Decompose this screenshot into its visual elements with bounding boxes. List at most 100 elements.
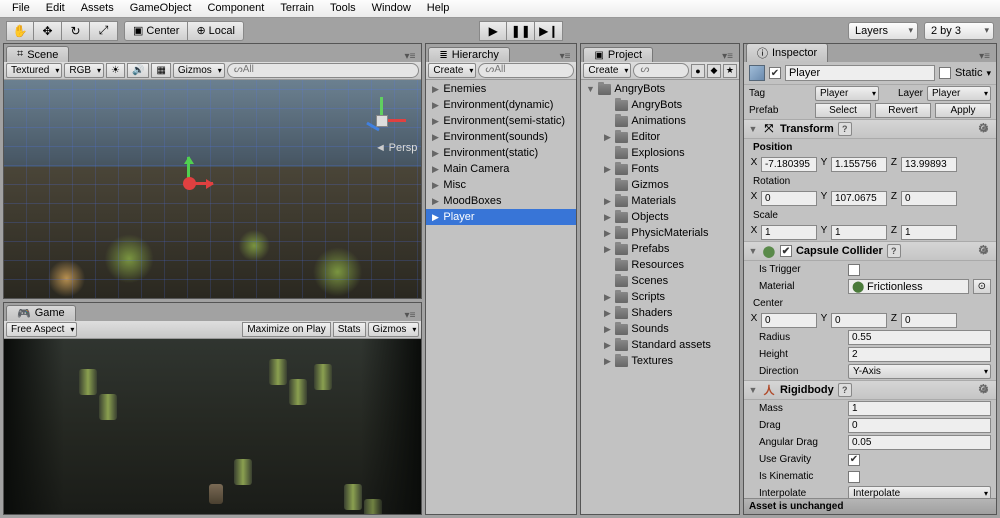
hierarchy-item[interactable]: ▶Enemies	[426, 81, 576, 97]
help-icon[interactable]: ?	[838, 383, 852, 397]
prefab-apply-button[interactable]: Apply	[935, 103, 991, 118]
angular-drag-field[interactable]: 0.05	[848, 435, 991, 450]
project-item[interactable]: Gizmos	[581, 177, 739, 193]
expand-icon[interactable]: ▶	[602, 324, 612, 335]
kinematic-checkbox[interactable]	[848, 471, 860, 483]
maximize-toggle[interactable]: Maximize on Play	[242, 322, 330, 337]
step-button[interactable]: ▶❙	[535, 21, 563, 41]
expand-icon[interactable]: ▶	[430, 84, 440, 95]
panel-menu-icon[interactable]: ▾≡	[716, 51, 739, 62]
menu-component[interactable]: Component	[199, 0, 272, 17]
project-item[interactable]: Resources	[581, 257, 739, 273]
layer-dropdown[interactable]: Player	[927, 86, 991, 101]
scale-y-field[interactable]: 1	[831, 225, 887, 240]
active-checkbox[interactable]: ✔	[769, 67, 781, 79]
move-gizmo[interactable]	[179, 157, 219, 197]
scene-search[interactable]: ᔕAll	[227, 63, 420, 78]
project-item[interactable]: ▶Standard assets	[581, 337, 739, 353]
prefab-revert-button[interactable]: Revert	[875, 103, 931, 118]
expand-icon[interactable]: ▶	[430, 100, 440, 111]
expand-icon[interactable]: ▶	[430, 116, 440, 127]
direction-dropdown[interactable]: Y-Axis	[848, 364, 991, 379]
project-item[interactable]: ▶Objects	[581, 209, 739, 225]
game-tab[interactable]: 🎮Game	[6, 305, 76, 321]
rendermode-dropdown[interactable]: RGB	[64, 63, 104, 78]
project-item[interactable]: ▶Materials	[581, 193, 739, 209]
expand-icon[interactable]: ▶	[602, 244, 612, 255]
gizmos-dropdown[interactable]: Gizmos	[173, 63, 225, 78]
project-create[interactable]: Create	[583, 63, 631, 78]
project-item[interactable]: AngryBots	[581, 97, 739, 113]
prefab-select-button[interactable]: Select	[815, 103, 871, 118]
expand-icon[interactable]: ▶	[602, 164, 612, 175]
project-search[interactable]: ᔕ	[633, 63, 689, 78]
menu-window[interactable]: Window	[364, 0, 419, 17]
rot-z-field[interactable]: 0	[901, 191, 957, 206]
gear-icon[interactable]	[978, 244, 992, 258]
hierarchy-item[interactable]: ▶Environment(semi-static)	[426, 113, 576, 129]
hierarchy-item[interactable]: ▶Environment(static)	[426, 145, 576, 161]
hand-tool[interactable]: ✋	[6, 21, 34, 41]
panel-menu-icon[interactable]: ▾≡	[554, 51, 577, 62]
pivot-local-toggle[interactable]: ⊕Local	[188, 21, 244, 41]
component-enabled-checkbox[interactable]: ✔	[780, 245, 792, 257]
expand-icon[interactable]: ▶	[430, 212, 440, 223]
rot-y-field[interactable]: 107.0675	[831, 191, 887, 206]
expand-icon[interactable]: ▶	[602, 356, 612, 367]
scene-fx-toggle[interactable]: ▦	[151, 63, 170, 78]
project-item[interactable]: ▶Sounds	[581, 321, 739, 337]
project-item[interactable]: Scenes	[581, 273, 739, 289]
pause-button[interactable]: ❚❚	[507, 21, 535, 41]
interpolate-dropdown[interactable]: Interpolate	[848, 486, 991, 498]
project-item[interactable]: ▶Textures	[581, 353, 739, 369]
hierarchy-item[interactable]: ▶Misc	[426, 177, 576, 193]
panel-menu-icon[interactable]: ▾≡	[399, 310, 422, 321]
scene-viewport[interactable]: ◄ Persp	[4, 80, 421, 298]
hierarchy-item[interactable]: ▶Environment(dynamic)	[426, 97, 576, 113]
expand-icon[interactable]: ▼	[748, 124, 758, 134]
expand-icon[interactable]: ▼	[748, 246, 758, 256]
static-dropdown-icon[interactable]: ▾	[986, 68, 991, 79]
hierarchy-create[interactable]: Create	[428, 63, 476, 78]
menu-edit[interactable]: Edit	[38, 0, 73, 17]
expand-icon[interactable]: ▶	[430, 132, 440, 143]
search-save-icon[interactable]: ★	[723, 64, 737, 78]
search-filter-icon[interactable]: ●	[691, 64, 705, 78]
project-item[interactable]: ▶Shaders	[581, 305, 739, 321]
expand-icon[interactable]: ▶	[602, 308, 612, 319]
expand-icon[interactable]: ▼	[585, 84, 595, 94]
project-item[interactable]: Explosions	[581, 145, 739, 161]
project-item[interactable]: ▼AngryBots	[581, 81, 739, 97]
hierarchy-search[interactable]: ᔕAll	[478, 63, 574, 78]
game-gizmos-dropdown[interactable]: Gizmos	[368, 322, 420, 337]
center-x-field[interactable]: 0	[761, 313, 817, 328]
pos-x-field[interactable]: -7.180395	[761, 157, 817, 172]
project-item[interactable]: ▶PhysicMaterials	[581, 225, 739, 241]
hierarchy-item[interactable]: ▶Main Camera	[426, 161, 576, 177]
material-field[interactable]: ⬤ Frictionless	[848, 279, 969, 294]
help-icon[interactable]: ?	[838, 122, 852, 136]
rigidbody-header[interactable]: ▼ 人 Rigidbody ?	[744, 380, 996, 400]
rot-x-field[interactable]: 0	[761, 191, 817, 206]
project-item[interactable]: ▶Editor	[581, 129, 739, 145]
expand-icon[interactable]: ▶	[602, 292, 612, 303]
expand-icon[interactable]: ▶	[602, 212, 612, 223]
center-y-field[interactable]: 0	[831, 313, 887, 328]
pos-z-field[interactable]: 13.99893	[901, 157, 957, 172]
menu-file[interactable]: File	[4, 0, 38, 17]
expand-icon[interactable]: ▶	[430, 164, 440, 175]
scene-audio-toggle[interactable]: 🔊	[127, 63, 149, 78]
project-item[interactable]: ▶Scripts	[581, 289, 739, 305]
radius-field[interactable]: 0.55	[848, 330, 991, 345]
expand-icon[interactable]: ▶	[430, 180, 440, 191]
shading-dropdown[interactable]: Textured	[6, 63, 62, 78]
search-type-icon[interactable]: ◆	[707, 64, 721, 78]
gear-icon[interactable]	[978, 383, 992, 397]
object-picker-icon[interactable]: ⊙	[973, 279, 991, 294]
gravity-checkbox[interactable]: ✔	[848, 454, 860, 466]
static-checkbox[interactable]	[939, 67, 951, 79]
menu-gameobject[interactable]: GameObject	[122, 0, 200, 17]
help-icon[interactable]: ?	[887, 244, 901, 258]
stats-toggle[interactable]: Stats	[333, 322, 366, 337]
tag-dropdown[interactable]: Player	[815, 86, 879, 101]
